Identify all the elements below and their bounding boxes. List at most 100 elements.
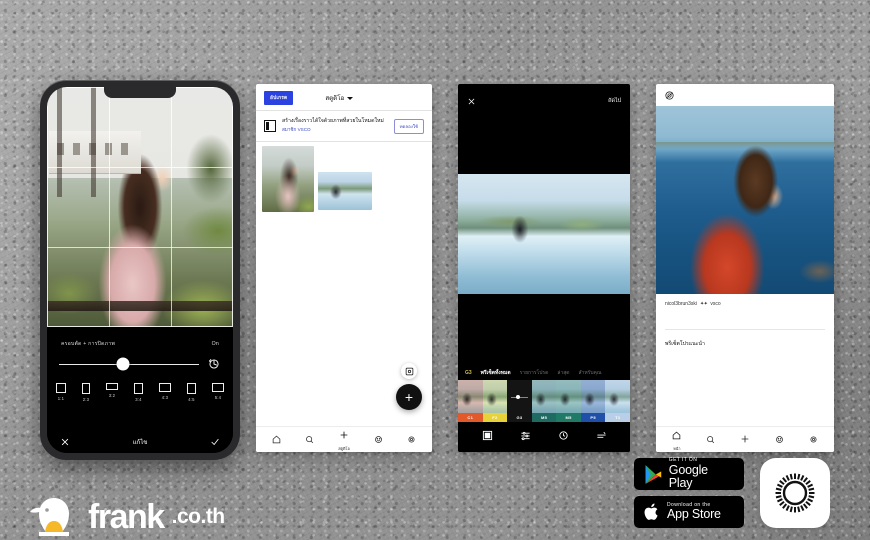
filter-code: C1 — [458, 413, 483, 422]
post-photo[interactable] — [656, 106, 834, 294]
next-button[interactable]: ถัดไป — [608, 97, 621, 105]
vsco-logo-icon[interactable] — [664, 90, 675, 101]
nav-item-search[interactable] — [706, 431, 715, 449]
adjust-sliders-icon[interactable] — [520, 428, 531, 446]
straighten-label: ครอบตัด + การปิดภาพ — [61, 341, 115, 347]
slider-knob[interactable] — [116, 357, 130, 371]
nav-item-plus[interactable] — [740, 431, 750, 449]
filter-tab[interactable]: พรีเซ็ตทั้งหมด — [481, 369, 511, 377]
ratio-option[interactable]: 4:3 — [159, 383, 171, 402]
phone1-screen: ครอบตัด + การปิดภาพ On 1:1 2:3 3:2 3:4 4:3 4:… — [47, 87, 233, 453]
ratio-box — [187, 383, 196, 394]
nav-item-home[interactable] — [272, 431, 281, 449]
brand-tld: .co.th — [171, 505, 226, 528]
studio-grid — [256, 142, 432, 213]
filter-swatch[interactable]: M5 — [556, 380, 581, 422]
filter-tab[interactable]: รายการโปรด — [520, 369, 549, 377]
bottom-nav: สตูดิโอ — [256, 426, 432, 452]
close-icon[interactable] — [467, 97, 476, 106]
nav-item-smiley[interactable] — [374, 431, 383, 449]
book-icon — [264, 120, 276, 133]
filter-swatch[interactable]: M5 — [531, 380, 557, 422]
filter-tab[interactable]: ล่าสุด — [557, 369, 569, 377]
ratio-option[interactable]: 5:4 — [212, 383, 224, 402]
smiley-icon — [775, 431, 784, 449]
editor-header: ถัดไป — [458, 84, 630, 118]
chevron-down-icon — [347, 96, 354, 100]
gear-icon — [809, 431, 818, 449]
rotate-icon[interactable] — [207, 357, 221, 371]
crop-photo — [47, 87, 233, 327]
vsco-mark-icon — [775, 473, 815, 513]
ratio-box — [56, 383, 66, 393]
crop-grid — [47, 87, 233, 327]
gear-icon — [407, 431, 416, 449]
close-icon[interactable] — [60, 437, 70, 447]
history-icon[interactable] — [558, 428, 569, 446]
intensity-slider[interactable] — [507, 395, 532, 400]
nav-item-gear[interactable] — [809, 431, 818, 449]
crop-controls: ครอบตัด + การปิดภาพ On 1:1 2:3 3:2 3:4 4:3 4:… — [47, 327, 233, 453]
ratio-box — [82, 383, 90, 394]
straighten-row: ครอบตัด + การปิดภาพ On — [47, 327, 233, 348]
vsco-badge-icon: ✦✦ — [699, 301, 708, 307]
studio-header: อัปเกรด สตูดิโอ — [256, 84, 432, 110]
ratio-option[interactable]: 3:2 — [106, 383, 118, 402]
horizon-hills — [656, 142, 834, 149]
straighten-slider[interactable] — [47, 348, 233, 371]
ratio-option[interactable]: 2:3 — [82, 383, 90, 402]
editor-photo[interactable] — [458, 174, 630, 294]
studio-title-dropdown[interactable]: สตูดิโอ — [325, 93, 354, 103]
bottom-nav: หน้า — [656, 426, 834, 452]
plus-icon — [339, 427, 349, 445]
promo-subtitle: สมาชิก VSCO — [282, 127, 311, 133]
nav-item-home[interactable]: หน้า — [672, 427, 681, 452]
filter-code: M5 — [531, 413, 557, 422]
plus-icon: + — [404, 389, 414, 405]
image-settings-icon[interactable] — [401, 363, 417, 379]
ratio-label: 4:5 — [188, 397, 195, 402]
upgrade-badge[interactable]: อัปเกรด — [264, 91, 294, 105]
edit-tools-icon[interactable] — [596, 428, 607, 446]
google-play-badge[interactable]: GET IT ON Google Play — [634, 457, 744, 490]
filter-code: P5 — [580, 413, 606, 422]
filter-swatch[interactable]: C1 — [458, 380, 483, 422]
floating-actions: + — [396, 363, 422, 410]
check-icon[interactable] — [210, 437, 220, 447]
current-preset-code: G3 — [465, 370, 472, 376]
edit-label: แก้ไข — [132, 440, 148, 446]
promo-title: สร้างเรื่องราวได้ใจด้วยภาพที่สวยในโหมดให… — [282, 118, 384, 124]
ratio-box — [134, 383, 143, 394]
filter-tab[interactable]: สำหรับคุณ — [579, 369, 602, 377]
brand-logo: frank .co.th — [28, 494, 225, 540]
ratio-box — [212, 383, 224, 392]
phone-notch — [104, 87, 176, 98]
filter-swatch[interactable]: P5 — [580, 380, 606, 422]
nav-item-gear[interactable] — [407, 431, 416, 449]
slider-track[interactable] — [59, 357, 199, 371]
ratio-option[interactable]: 4:5 — [187, 383, 196, 402]
filter-square-icon[interactable] — [482, 428, 493, 446]
list-item[interactable] — [262, 146, 314, 213]
vsco-app-icon[interactable] — [760, 458, 830, 528]
username[interactable]: nicol3brun3ski — [665, 301, 697, 307]
post-meta: nicol3brun3ski ✦✦ vsco — [656, 294, 834, 307]
nav-item-smiley[interactable] — [775, 431, 784, 449]
promo-action-button[interactable]: ทดลองใช้ — [393, 118, 424, 134]
ratio-option[interactable]: 1:1 — [56, 383, 66, 402]
filter-swatch[interactable]: G3 — [507, 380, 532, 422]
promo-card[interactable]: สร้างเรื่องราวได้ใจด้วยภาพที่สวยในโหมดให… — [256, 111, 432, 141]
add-button[interactable]: + — [396, 384, 422, 410]
filter-swatch[interactable]: T1 — [605, 380, 630, 422]
search-icon — [706, 431, 715, 449]
ratio-label: 2:3 — [82, 397, 90, 402]
app-store-badge[interactable]: Download on the App Store — [634, 496, 744, 528]
ratio-label: 3:4 — [135, 397, 142, 402]
nav-item-search[interactable] — [305, 431, 314, 449]
ratio-option[interactable]: 3:4 — [134, 383, 143, 402]
nav-item-plus[interactable]: สตูดิโอ — [338, 427, 350, 452]
straighten-value: On — [211, 341, 219, 347]
filter-swatch[interactable]: F2 — [482, 380, 508, 422]
slider-knob[interactable] — [516, 395, 521, 400]
list-item[interactable] — [318, 172, 372, 211]
